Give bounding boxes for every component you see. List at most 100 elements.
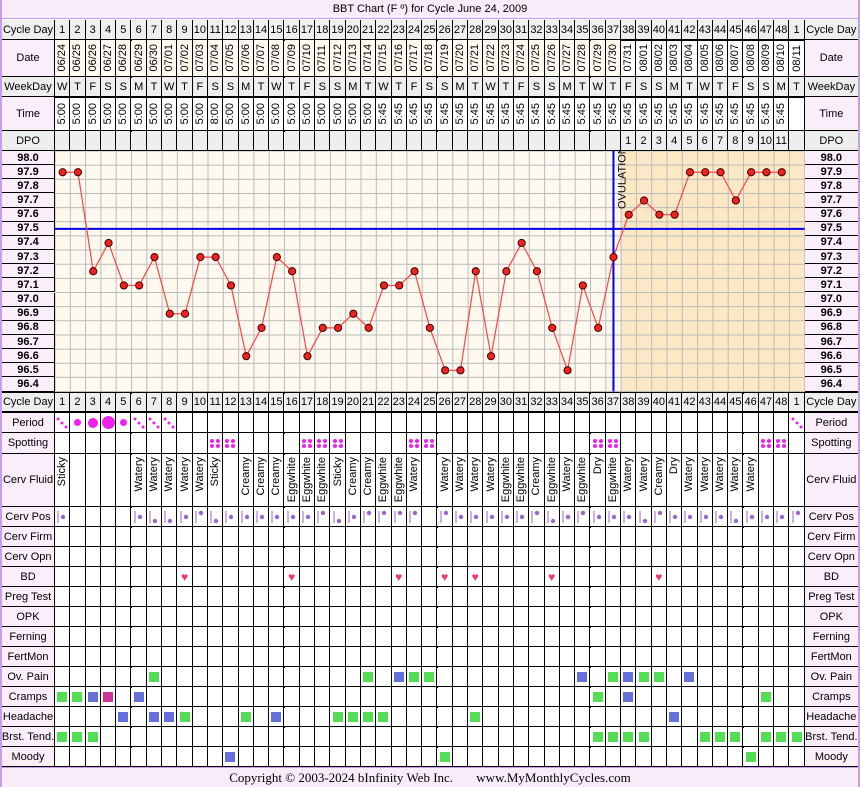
cell-cerv-fluid: Dry [667,454,683,507]
cell-bd: ♥ [177,567,193,587]
cell-cycle-day: 17 [299,20,316,40]
temperature-point [563,366,572,375]
row-label-time-right: Time [804,97,858,131]
cell-headache [437,707,453,727]
row-label-cramps-right: Cramps [804,687,858,707]
cell-headache [559,707,576,727]
cell-cerv-pos [406,507,423,527]
date-value: 07/21 [469,44,482,72]
cell-moody [330,747,346,767]
ov-pain-green-marker [409,671,420,682]
cell-spotting [85,433,101,454]
dot [613,444,618,448]
cell-cerv-pos [146,507,163,527]
cell-preg-test [192,587,208,607]
cell-fertmon [376,647,392,667]
cell-headache [575,707,591,727]
cell-moody [728,747,744,767]
cycle-day-value: 18 [316,23,329,36]
cell-preg-test [361,587,377,607]
cell-brst-tend [667,727,683,747]
cell-weekday: M [774,77,790,97]
cell-ferning [284,627,300,647]
cell-bd [208,567,224,587]
cell-period [682,413,698,433]
row-label-moody-left: Moody [2,747,55,767]
temperature-point [288,267,297,276]
y-tick-label-right: 97.7 [804,193,858,208]
cell-date: 07/18 [422,40,438,77]
cycle-day-value: 27 [453,23,467,36]
cell-cerv-fluid: Creamy [269,454,285,507]
cell-cerv-firm [743,527,759,547]
cycle-day-value: 14 [254,23,268,36]
cell-cycle-day-bottom: 24 [406,393,423,412]
cell-spotting [315,433,331,454]
cell-bd [559,567,576,587]
cell-cerv-firm [544,527,560,547]
cell-cycle-day: 7 [146,20,163,40]
cell-cycle-day-bottom: 34 [559,393,576,412]
date-value: 07/10 [300,44,313,72]
website-link[interactable]: www.MyMonthlyCycles.com [476,770,630,785]
spotting-icon [776,439,787,448]
dot [338,444,343,448]
cell-dpo [544,131,560,151]
cell-cerv-firm [621,527,637,547]
dot [323,439,328,443]
brst-tend-green-marker [623,731,634,742]
cycle-day-value: 42 [683,23,696,36]
cell-headache [177,707,193,727]
dot [415,439,420,443]
cell-bd [116,567,132,587]
cell-period [100,413,117,433]
cycle-day-value: 1 [793,396,800,408]
spotting-icon [301,439,312,448]
dot [133,417,137,420]
cell-cerv-firm [575,527,591,547]
cell-period [208,413,224,433]
cell-headache [345,707,361,727]
cell-cerv-opn [697,547,713,567]
cervix-position-high-icon [792,510,800,523]
cycle-day-value: 31 [515,396,528,408]
cell-time: 5:45 [575,97,591,131]
cell-cerv-firm [85,527,101,547]
cell-cerv-firm [269,527,285,547]
cell-cycle-day: 33 [544,20,560,40]
cell-bd [85,567,101,587]
cell-period [85,413,101,433]
date-value: 07/24 [515,44,528,72]
cell-cerv-firm [636,527,652,547]
weekday-value: S [318,80,326,93]
temperature-point [701,168,710,177]
bbt-chart-frame: BBT Chart (F º) for Cycle June 24, 2009 … [2,0,858,787]
cycle-day-value: 34 [560,23,574,36]
temperature-point [731,196,740,205]
cell-time: 5:00 [238,97,254,131]
cell-dpo [223,131,239,151]
cell-ov-pain [269,667,285,687]
cell-spotting [177,433,193,454]
temperature-point [502,267,511,276]
cell-dpo [238,131,254,151]
cell-cycle-day-bottom: 4 [100,393,117,412]
cell-cerv-opn [483,547,499,567]
dot [338,439,343,443]
cell-cerv-fluid [789,454,805,507]
cell-period [223,413,239,433]
cell-date: 08/09 [758,40,775,77]
cell-fertmon [712,647,729,667]
cell-opk [544,607,560,627]
cell-cerv-fluid: Watery [682,454,698,507]
cell-cerv-pos [238,507,254,527]
cervix-dot [397,510,402,515]
cell-period [269,413,285,433]
row-label-preg-test-left: Preg Test [2,587,55,607]
cell-dpo [315,131,331,151]
cervix-position-mid-icon [57,510,66,523]
cell-spotting [131,433,147,454]
cell-time: 5:00 [315,97,331,131]
cerv-fluid-value: Watery [683,457,696,492]
dpo-value: 10 [759,134,773,147]
